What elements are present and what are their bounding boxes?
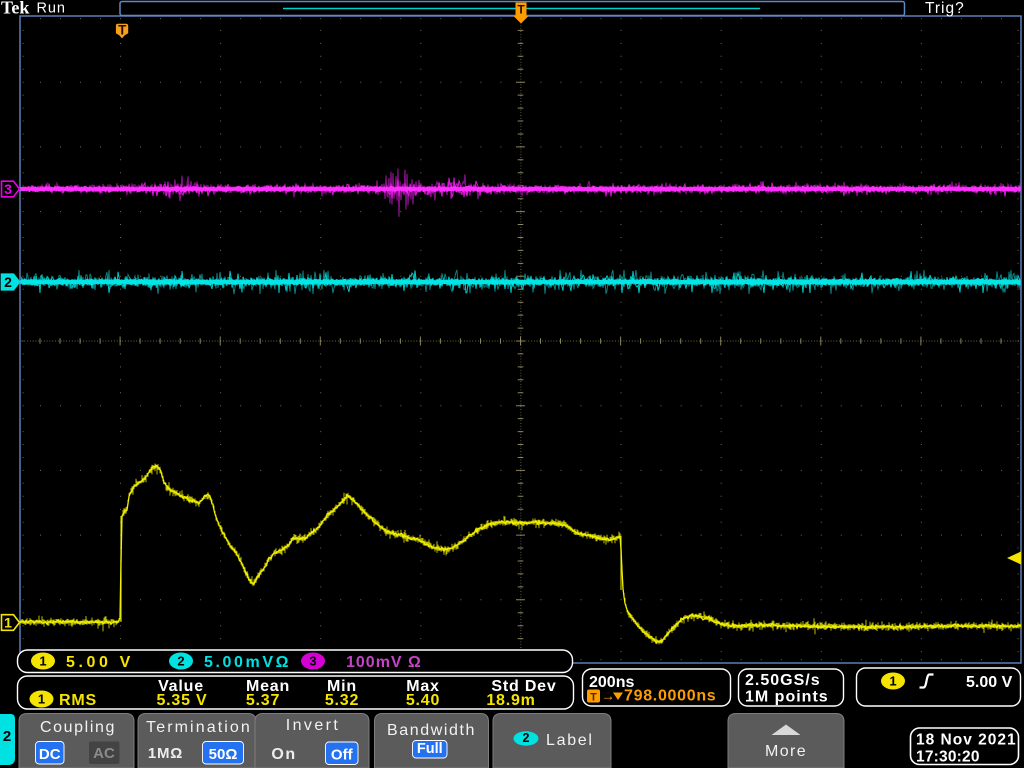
svg-text:2: 2 xyxy=(177,654,184,669)
svg-text:→: → xyxy=(601,688,615,704)
svg-text:5.35 V: 5.35 V xyxy=(156,692,207,709)
svg-text:RMS: RMS xyxy=(59,692,97,709)
svg-text:1: 1 xyxy=(39,654,46,669)
svg-text:100mV Ω: 100mV Ω xyxy=(346,654,422,671)
svg-text:5.37: 5.37 xyxy=(246,692,280,709)
svg-text:Label: Label xyxy=(546,732,594,749)
svg-text:T: T xyxy=(517,3,525,17)
svg-text:3: 3 xyxy=(4,181,12,197)
svg-text:T: T xyxy=(590,692,597,704)
svg-text:50Ω: 50Ω xyxy=(209,746,238,763)
svg-text:5.40: 5.40 xyxy=(406,692,440,709)
svg-text:Run: Run xyxy=(37,1,66,17)
svg-text:DC: DC xyxy=(39,746,61,763)
svg-text:2.50GS/s: 2.50GS/s xyxy=(745,672,821,689)
svg-text:Off: Off xyxy=(331,747,354,764)
svg-text:Full: Full xyxy=(417,741,443,757)
svg-text:On: On xyxy=(271,746,296,763)
svg-text:Termination: Termination xyxy=(146,719,252,736)
svg-text:5.00 V: 5.00 V xyxy=(966,674,1013,691)
svg-text:Tek: Tek xyxy=(1,0,29,18)
svg-text:Trig?: Trig? xyxy=(925,0,965,17)
svg-text:2: 2 xyxy=(523,731,530,745)
svg-text:1M points: 1M points xyxy=(745,689,829,706)
svg-text:Coupling: Coupling xyxy=(40,719,116,736)
svg-text:T: T xyxy=(118,23,127,38)
svg-text:18 Nov 2021: 18 Nov 2021 xyxy=(916,732,1017,749)
svg-text:2: 2 xyxy=(4,274,12,290)
svg-text:More: More xyxy=(765,743,807,760)
svg-text:AC: AC xyxy=(93,745,115,762)
svg-text:1: 1 xyxy=(4,615,12,631)
svg-text:3: 3 xyxy=(309,654,316,669)
svg-text:1: 1 xyxy=(889,674,896,689)
svg-text:5.32: 5.32 xyxy=(325,692,359,709)
svg-text:1: 1 xyxy=(38,692,45,707)
svg-text:17:30:20: 17:30:20 xyxy=(916,749,980,766)
svg-text:2: 2 xyxy=(3,728,11,745)
svg-text:1MΩ: 1MΩ xyxy=(148,745,183,762)
svg-text:Invert: Invert xyxy=(286,717,340,734)
svg-text:5.00mVΩ: 5.00mVΩ xyxy=(204,654,291,671)
svg-text:5.00 V: 5.00 V xyxy=(66,654,134,671)
svg-text:18.9m: 18.9m xyxy=(486,692,535,709)
svg-text:Bandwidth: Bandwidth xyxy=(387,722,476,739)
svg-text:798.0000ns: 798.0000ns xyxy=(624,688,716,705)
